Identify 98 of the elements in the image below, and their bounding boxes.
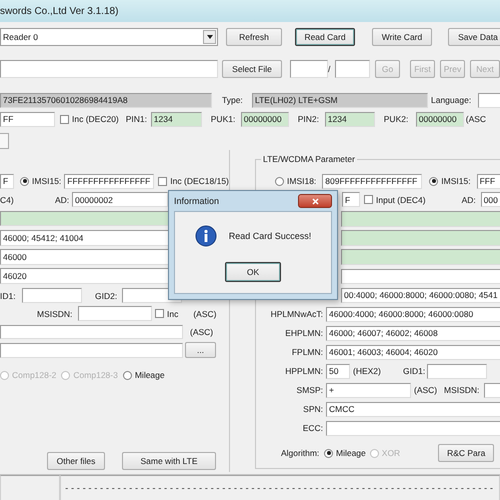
field-label: (ASC [466, 114, 486, 124]
toolbar-button[interactable]: Read Card [295, 28, 355, 46]
info-icon [194, 225, 217, 247]
field-label: HPPLMN: [284, 366, 323, 376]
text-field[interactable]: 46000; 45412; 41004 [0, 230, 170, 246]
iccid-field[interactable]: 73FE21135706010286984419A8 [0, 92, 212, 108]
field-label: (ASC) [193, 308, 216, 318]
field-label: (ASC) [190, 327, 214, 337]
text-field[interactable]: + [326, 382, 411, 398]
text-field[interactable] [78, 306, 152, 321]
text-field[interactable] [290, 60, 328, 78]
same-with-lte-button[interactable]: Same with LTE [122, 452, 216, 470]
file-path-field[interactable] [0, 60, 218, 78]
field-label: ECC: [302, 423, 323, 433]
field-label: Language: [431, 95, 472, 105]
inc-checkbox[interactable]: Inc [155, 308, 178, 318]
text-field[interactable] [341, 268, 500, 284]
text-field[interactable] [335, 60, 370, 78]
field-label: PUK2: [384, 114, 410, 124]
text-field[interactable]: 000 [480, 192, 500, 207]
window-title: swords Co.,Ltd Ver 3.1.18) [0, 6, 118, 16]
text-field[interactable]: 46000; 46007; 46002; 46008 [326, 326, 500, 340]
text-field[interactable]: F [0, 174, 14, 188]
dropdown-arrow-icon [206, 35, 212, 39]
radio-button[interactable]: IMSI15: [429, 176, 471, 186]
field-label: (ASC) [414, 385, 438, 395]
group-title: LTE/WCDMA Parameter [261, 154, 357, 164]
text-field[interactable] [0, 210, 170, 226]
type-field[interactable]: LTE(LH02) LTE+GSM [252, 92, 428, 108]
text-field[interactable] [341, 248, 500, 264]
text-field[interactable] [0, 325, 183, 339]
field-label: GID1: [403, 366, 426, 376]
toolbar-button[interactable]: Refresh [226, 28, 282, 46]
field-label: PIN1: [126, 114, 148, 124]
dialog-title: Information [174, 196, 220, 206]
text-field[interactable] [0, 342, 183, 358]
field-label: AD: [462, 194, 477, 204]
text-field[interactable]: 1234 [324, 112, 375, 126]
text-field[interactable] [427, 364, 487, 378]
select-file-button[interactable]: Select File [222, 60, 282, 78]
more-button[interactable]: ... [185, 342, 216, 358]
close-button[interactable] [298, 194, 332, 208]
field-label: Algorithm: [281, 448, 320, 458]
text-field[interactable] [341, 230, 500, 246]
text-field[interactable]: CMCC [326, 402, 500, 416]
toolbar-button[interactable]: Save Data [448, 28, 500, 46]
field-label: HPLMNwAcT: [270, 309, 323, 319]
close-icon [312, 198, 318, 204]
text-field[interactable] [478, 92, 500, 108]
field-label: MSISDN: [37, 308, 74, 318]
reader-dropdown[interactable]: Reader 0 [0, 28, 218, 46]
inc-checkbox[interactable]: Inc (DEC18/15) [158, 176, 229, 186]
text-field[interactable]: 46000 [0, 248, 170, 264]
field-label: SPN: [302, 404, 323, 414]
radio-button[interactable]: Mileage [324, 448, 366, 458]
text-field[interactable]: 1234 [150, 112, 202, 126]
field-label: PUK1: [210, 114, 236, 124]
field-label: GID2: [95, 290, 118, 300]
text-field[interactable]: 00000000 [416, 112, 464, 126]
field-label: C4) [0, 194, 15, 204]
text-field[interactable]: FF [0, 112, 55, 126]
toolbar-button[interactable]: Write Card [372, 28, 432, 46]
field-label: ID1: [0, 290, 17, 300]
field-label: EHPLMN: [284, 328, 323, 338]
field-label: FPLMN: [290, 347, 323, 357]
radio-button[interactable]: IMSI18: [275, 176, 316, 186]
radio-button[interactable]: IMSI15: [20, 176, 62, 186]
field-label: (HEX2) [353, 366, 382, 376]
text-field[interactable]: 00000000 [240, 112, 289, 126]
text-field[interactable]: F [342, 192, 360, 207]
text-field[interactable]: 50 [326, 364, 350, 378]
text-field[interactable]: 00:4000; 46000:8000; 46000:0080; 4541 [341, 288, 500, 302]
progress-text: -------------------------------------------------------------------------- [63, 484, 495, 494]
text-field[interactable] [341, 210, 500, 226]
text-field[interactable] [484, 382, 500, 398]
input-checkbox[interactable]: Input (DEC4) [364, 194, 426, 204]
dialog-message: Read Card Success! [228, 231, 312, 241]
separator-label: / [328, 64, 332, 74]
text-field[interactable]: 46000:4000; 46000:8000; 46000:0080 [326, 306, 500, 322]
field-label: SMSP: [296, 385, 323, 395]
field-label: MSISDN: [444, 385, 480, 395]
text-field[interactable] [22, 288, 82, 303]
inc-checkbox[interactable]: Inc (DEC20) [60, 114, 119, 124]
text-field[interactable] [326, 420, 500, 436]
text-field[interactable]: 46001; 46003; 46004; 46020 [326, 344, 500, 360]
text-field[interactable]: FFF [476, 174, 500, 188]
field-label: AD: [55, 194, 70, 204]
text-field[interactable]: 46020 [0, 268, 170, 284]
radio-button[interactable]: Mileage [122, 370, 165, 380]
tab[interactable] [0, 133, 9, 149]
field-label: Type: [222, 95, 244, 105]
text-field[interactable]: FFFFFFFFFFFFFFFF [64, 174, 154, 188]
other-files-button[interactable]: Other files [47, 452, 105, 470]
rc-para-button[interactable]: R&C Para [438, 444, 494, 462]
text-field[interactable]: 809FFFFFFFFFFFFFFF [322, 174, 422, 188]
text-field[interactable]: 00000002 [72, 192, 168, 207]
ok-button[interactable]: OK [225, 262, 281, 282]
field-label: PIN2: [298, 114, 320, 124]
